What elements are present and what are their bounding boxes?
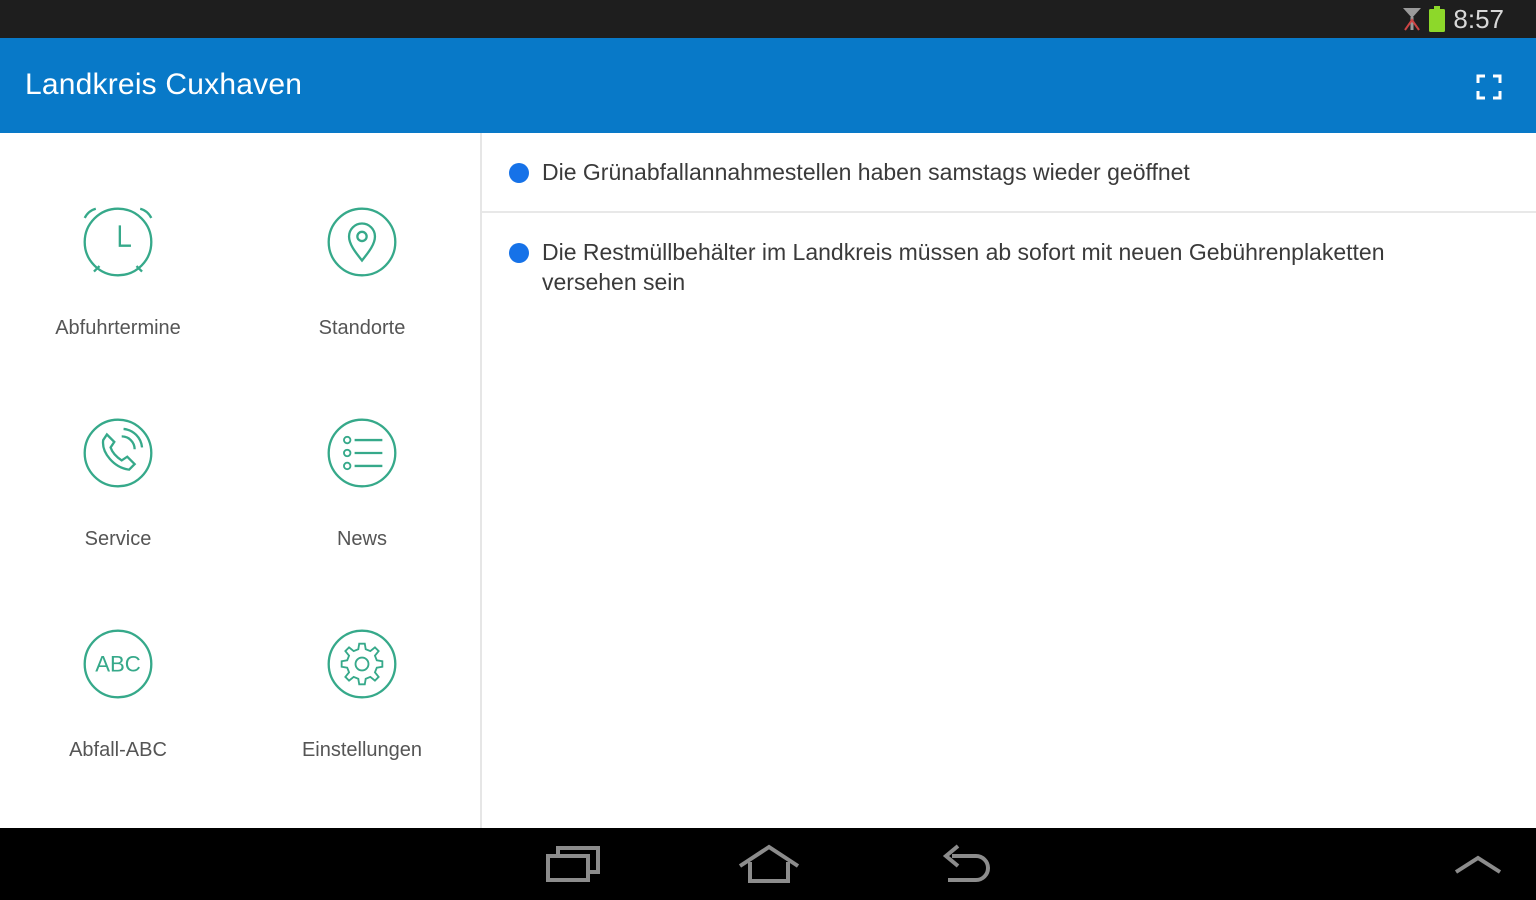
- chevron-up-icon[interactable]: [1454, 854, 1502, 874]
- menu-tile-abfuhrtermine[interactable]: Abfuhrtermine: [18, 205, 218, 395]
- menu-tile-einstellungen[interactable]: Einstellungen: [262, 627, 462, 817]
- status-time: 8:57: [1453, 3, 1504, 34]
- fullscreen-icon[interactable]: [1476, 74, 1502, 100]
- app-bar: Landkreis Cuxhaven: [0, 38, 1536, 133]
- news-item-text: Die Grünabfallannahmestellen haben samst…: [542, 159, 1190, 185]
- signal-icon: [1403, 8, 1422, 31]
- menu-tile-service[interactable]: Service: [18, 416, 218, 606]
- abc-icon-text: ABC: [95, 651, 141, 676]
- back-icon[interactable]: [938, 844, 992, 884]
- news-item-text: Die Restmüllbehälter im Landkreis müssen…: [542, 239, 1385, 295]
- menu-tile-news[interactable]: News: [262, 416, 462, 606]
- news-panel: Die Grünabfallannahmestellen haben samst…: [482, 133, 1536, 828]
- news-item[interactable]: Die Restmüllbehälter im Landkreis müssen…: [482, 213, 1536, 297]
- app-title: Landkreis Cuxhaven: [25, 68, 303, 101]
- menu-tile-standorte[interactable]: Standorte: [262, 205, 462, 395]
- phone-icon: [83, 418, 153, 488]
- abc-icon: ABC: [83, 629, 153, 699]
- menu-tile-label: Abfuhrtermine: [55, 317, 181, 339]
- list-icon: [327, 418, 397, 488]
- menu-tile-label: Abfall-ABC: [69, 739, 167, 761]
- menu-tile-label: Standorte: [318, 317, 406, 339]
- alarm-clock-icon: [83, 207, 153, 277]
- menu-tile-abfall-abc[interactable]: ABC Abfall-ABC: [18, 627, 218, 817]
- menu-tile-label: News: [336, 528, 387, 550]
- news-item[interactable]: Die Grünabfallannahmestellen haben samst…: [482, 133, 1536, 213]
- system-nav-bar: [0, 828, 1536, 900]
- status-bar: 8:57: [0, 0, 1536, 38]
- recent-apps-icon[interactable]: [546, 844, 602, 884]
- battery-icon: [1429, 6, 1446, 32]
- status-icons: 8:57: [1401, 4, 1504, 34]
- location-pin-icon: [327, 207, 397, 277]
- news-bullet-dot: [509, 163, 529, 183]
- gear-icon: [327, 629, 397, 699]
- menu-tile-label: Einstellungen: [301, 739, 423, 761]
- menu-tile-label: Service: [84, 528, 152, 550]
- home-icon[interactable]: [738, 844, 800, 884]
- menu-panel: Abfuhrtermine Standorte Service News ABC…: [0, 133, 482, 828]
- news-bullet-dot: [509, 243, 529, 263]
